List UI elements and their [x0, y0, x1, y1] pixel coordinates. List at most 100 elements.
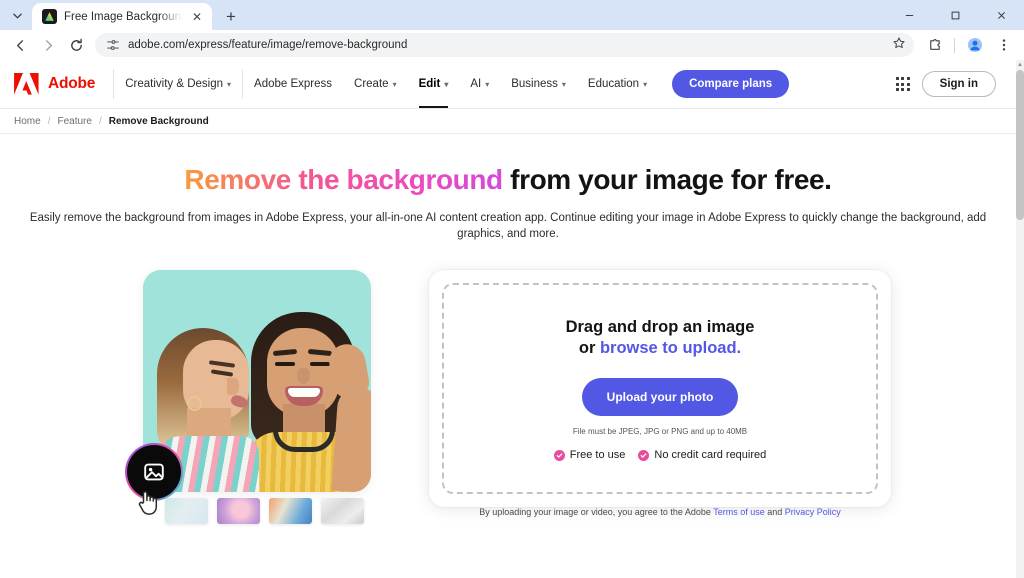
compare-plans-button[interactable]: Compare plans [672, 70, 789, 98]
reload-button[interactable] [62, 31, 90, 59]
tab-close-icon[interactable]: ✕ [189, 9, 205, 25]
chevron-down-icon: ▾ [444, 81, 448, 89]
woman-right-teeth [288, 388, 320, 397]
reload-icon [69, 38, 84, 53]
extensions-button[interactable] [920, 31, 948, 59]
breadcrumb-separator: / [48, 116, 51, 127]
tab-strip: Free Image Background Remov ✕ + [0, 0, 1024, 30]
browser-menu-button[interactable] [990, 31, 1018, 59]
upload-badges: Free to use No credit card required [554, 449, 767, 461]
badge-free-to-use: Free to use [554, 449, 626, 461]
nav-item-business[interactable]: Business ▾ [500, 60, 577, 108]
dropzone-line-2: or browse to upload. [579, 338, 741, 360]
woman-right-arm [331, 387, 371, 492]
legal-notice: By uploading your image or video, you ag… [442, 507, 878, 517]
forward-button[interactable] [34, 31, 62, 59]
thumbnail-white-crystal[interactable] [321, 498, 364, 524]
page-title-plain: from your image for free. [503, 164, 832, 195]
page-scrollbar[interactable]: ▲ [1016, 60, 1024, 578]
thumbnail-blue-abstract[interactable] [269, 498, 312, 524]
chevron-down-icon: ▾ [393, 81, 397, 89]
three-dot-menu-icon [997, 38, 1011, 52]
arrow-left-icon [13, 38, 28, 53]
breadcrumb-separator-2: / [99, 116, 102, 127]
sign-in-button[interactable]: Sign in [922, 71, 996, 97]
check-circle-icon [554, 450, 565, 461]
adobe-logo[interactable]: Adobe [14, 73, 113, 95]
pointing-hand-cursor [135, 488, 159, 516]
image-icon [142, 460, 166, 484]
breadcrumb-item-current: Remove Background [109, 116, 209, 127]
site-navigation: Adobe Creativity & Design ▾ Adobe Expres… [0, 60, 1016, 109]
browser-tab[interactable]: Free Image Background Remov ✕ [32, 3, 212, 30]
adobe-a-logo [14, 73, 39, 95]
nav-right-actions: Sign in [896, 71, 1002, 97]
chevron-down-icon: ▾ [562, 81, 566, 89]
nav-item-label: Create [354, 78, 389, 90]
woman-right-eye-left [275, 362, 295, 366]
toolbar-divider [954, 38, 955, 53]
privacy-policy-link[interactable]: Privacy Policy [785, 507, 841, 517]
adobe-page: Adobe Creativity & Design ▾ Adobe Expres… [0, 60, 1016, 578]
scroll-up-arrow-icon[interactable]: ▲ [1016, 60, 1024, 70]
thumbnail-teal-gradient[interactable] [165, 498, 208, 524]
badge-label: No credit card required [654, 449, 766, 461]
breadcrumb-item-feature[interactable]: Feature [57, 116, 91, 127]
dropzone-or-prefix: or [579, 339, 600, 357]
hero-header: Remove the background from your image fo… [0, 134, 1016, 242]
woman-left-nose [227, 378, 239, 395]
nav-item-label: Creativity & Design [125, 78, 223, 90]
chevron-down-icon: ▾ [643, 81, 647, 89]
thumbnail-pink-floral[interactable] [217, 498, 260, 524]
toolbar-right-actions [920, 31, 1018, 59]
chevron-down-icon: ▾ [227, 81, 231, 89]
thumbnail-strip [165, 498, 364, 524]
nav-item-label: Business [511, 78, 558, 90]
profile-avatar-icon [967, 37, 983, 53]
new-tab-button[interactable]: + [218, 3, 244, 29]
minimize-icon[interactable] [886, 0, 932, 30]
maximize-icon[interactable] [932, 0, 978, 30]
page-title: Remove the background from your image fo… [12, 164, 1004, 196]
nav-item-label: AI [470, 78, 481, 90]
url-text[interactable]: adobe.com/express/feature/image/remove-b… [128, 39, 884, 51]
chevron-down-icon [12, 10, 23, 21]
terms-of-use-link[interactable]: Terms of use [713, 507, 765, 517]
tab-search-button[interactable] [4, 2, 30, 28]
back-button[interactable] [6, 31, 34, 59]
nav-item-label: Adobe Express [254, 78, 332, 90]
nav-item-edit[interactable]: Edit ▾ [408, 60, 460, 108]
hero-body: Drag and drop an image or browse to uplo… [0, 242, 1016, 520]
legal-conjunction: and [765, 507, 785, 517]
breadcrumb-item-home[interactable]: Home [14, 116, 41, 127]
upload-your-photo-button[interactable]: Upload your photo [582, 378, 739, 416]
page-subtitle: Easily remove the background from images… [12, 210, 1004, 242]
scrollbar-thumb[interactable] [1016, 70, 1024, 220]
dropzone[interactable]: Drag and drop an image or browse to uplo… [442, 283, 878, 494]
nav-item-education[interactable]: Education ▾ [577, 60, 658, 108]
woman-right-eye-right [310, 362, 330, 366]
app-grid-icon[interactable] [896, 77, 910, 91]
adobe-brand-name: Adobe [48, 75, 95, 93]
page-settings-icon[interactable] [106, 38, 120, 52]
page-title-highlight: Remove the background [184, 164, 502, 195]
bookmark-star-icon[interactable] [892, 36, 906, 55]
chevron-down-icon: ▾ [485, 81, 489, 89]
window-close-icon[interactable] [978, 0, 1024, 30]
legal-prefix: By uploading your image or video, you ag… [479, 507, 713, 517]
nav-item-label: Education [588, 78, 639, 90]
badge-label: Free to use [570, 449, 626, 461]
nav-item-create[interactable]: Create ▾ [343, 60, 408, 108]
arrow-right-icon [41, 38, 56, 53]
page-viewport: Adobe Creativity & Design ▾ Adobe Expres… [0, 60, 1024, 578]
adobe-express-favicon [42, 9, 57, 24]
profile-button[interactable] [961, 31, 989, 59]
nav-item-adobe-express[interactable]: Adobe Express [243, 60, 343, 108]
browser-toolbar: adobe.com/express/feature/image/remove-b… [0, 30, 1024, 60]
browse-to-upload-link[interactable]: browse to upload. [600, 339, 741, 357]
address-bar[interactable]: adobe.com/express/feature/image/remove-b… [95, 33, 914, 57]
hero-illustration [125, 270, 377, 520]
nav-item-creativity-design[interactable]: Creativity & Design ▾ [114, 60, 242, 108]
nav-item-ai[interactable]: AI ▾ [459, 60, 500, 108]
nav-primary-group: Creativity & Design ▾ [114, 60, 242, 108]
